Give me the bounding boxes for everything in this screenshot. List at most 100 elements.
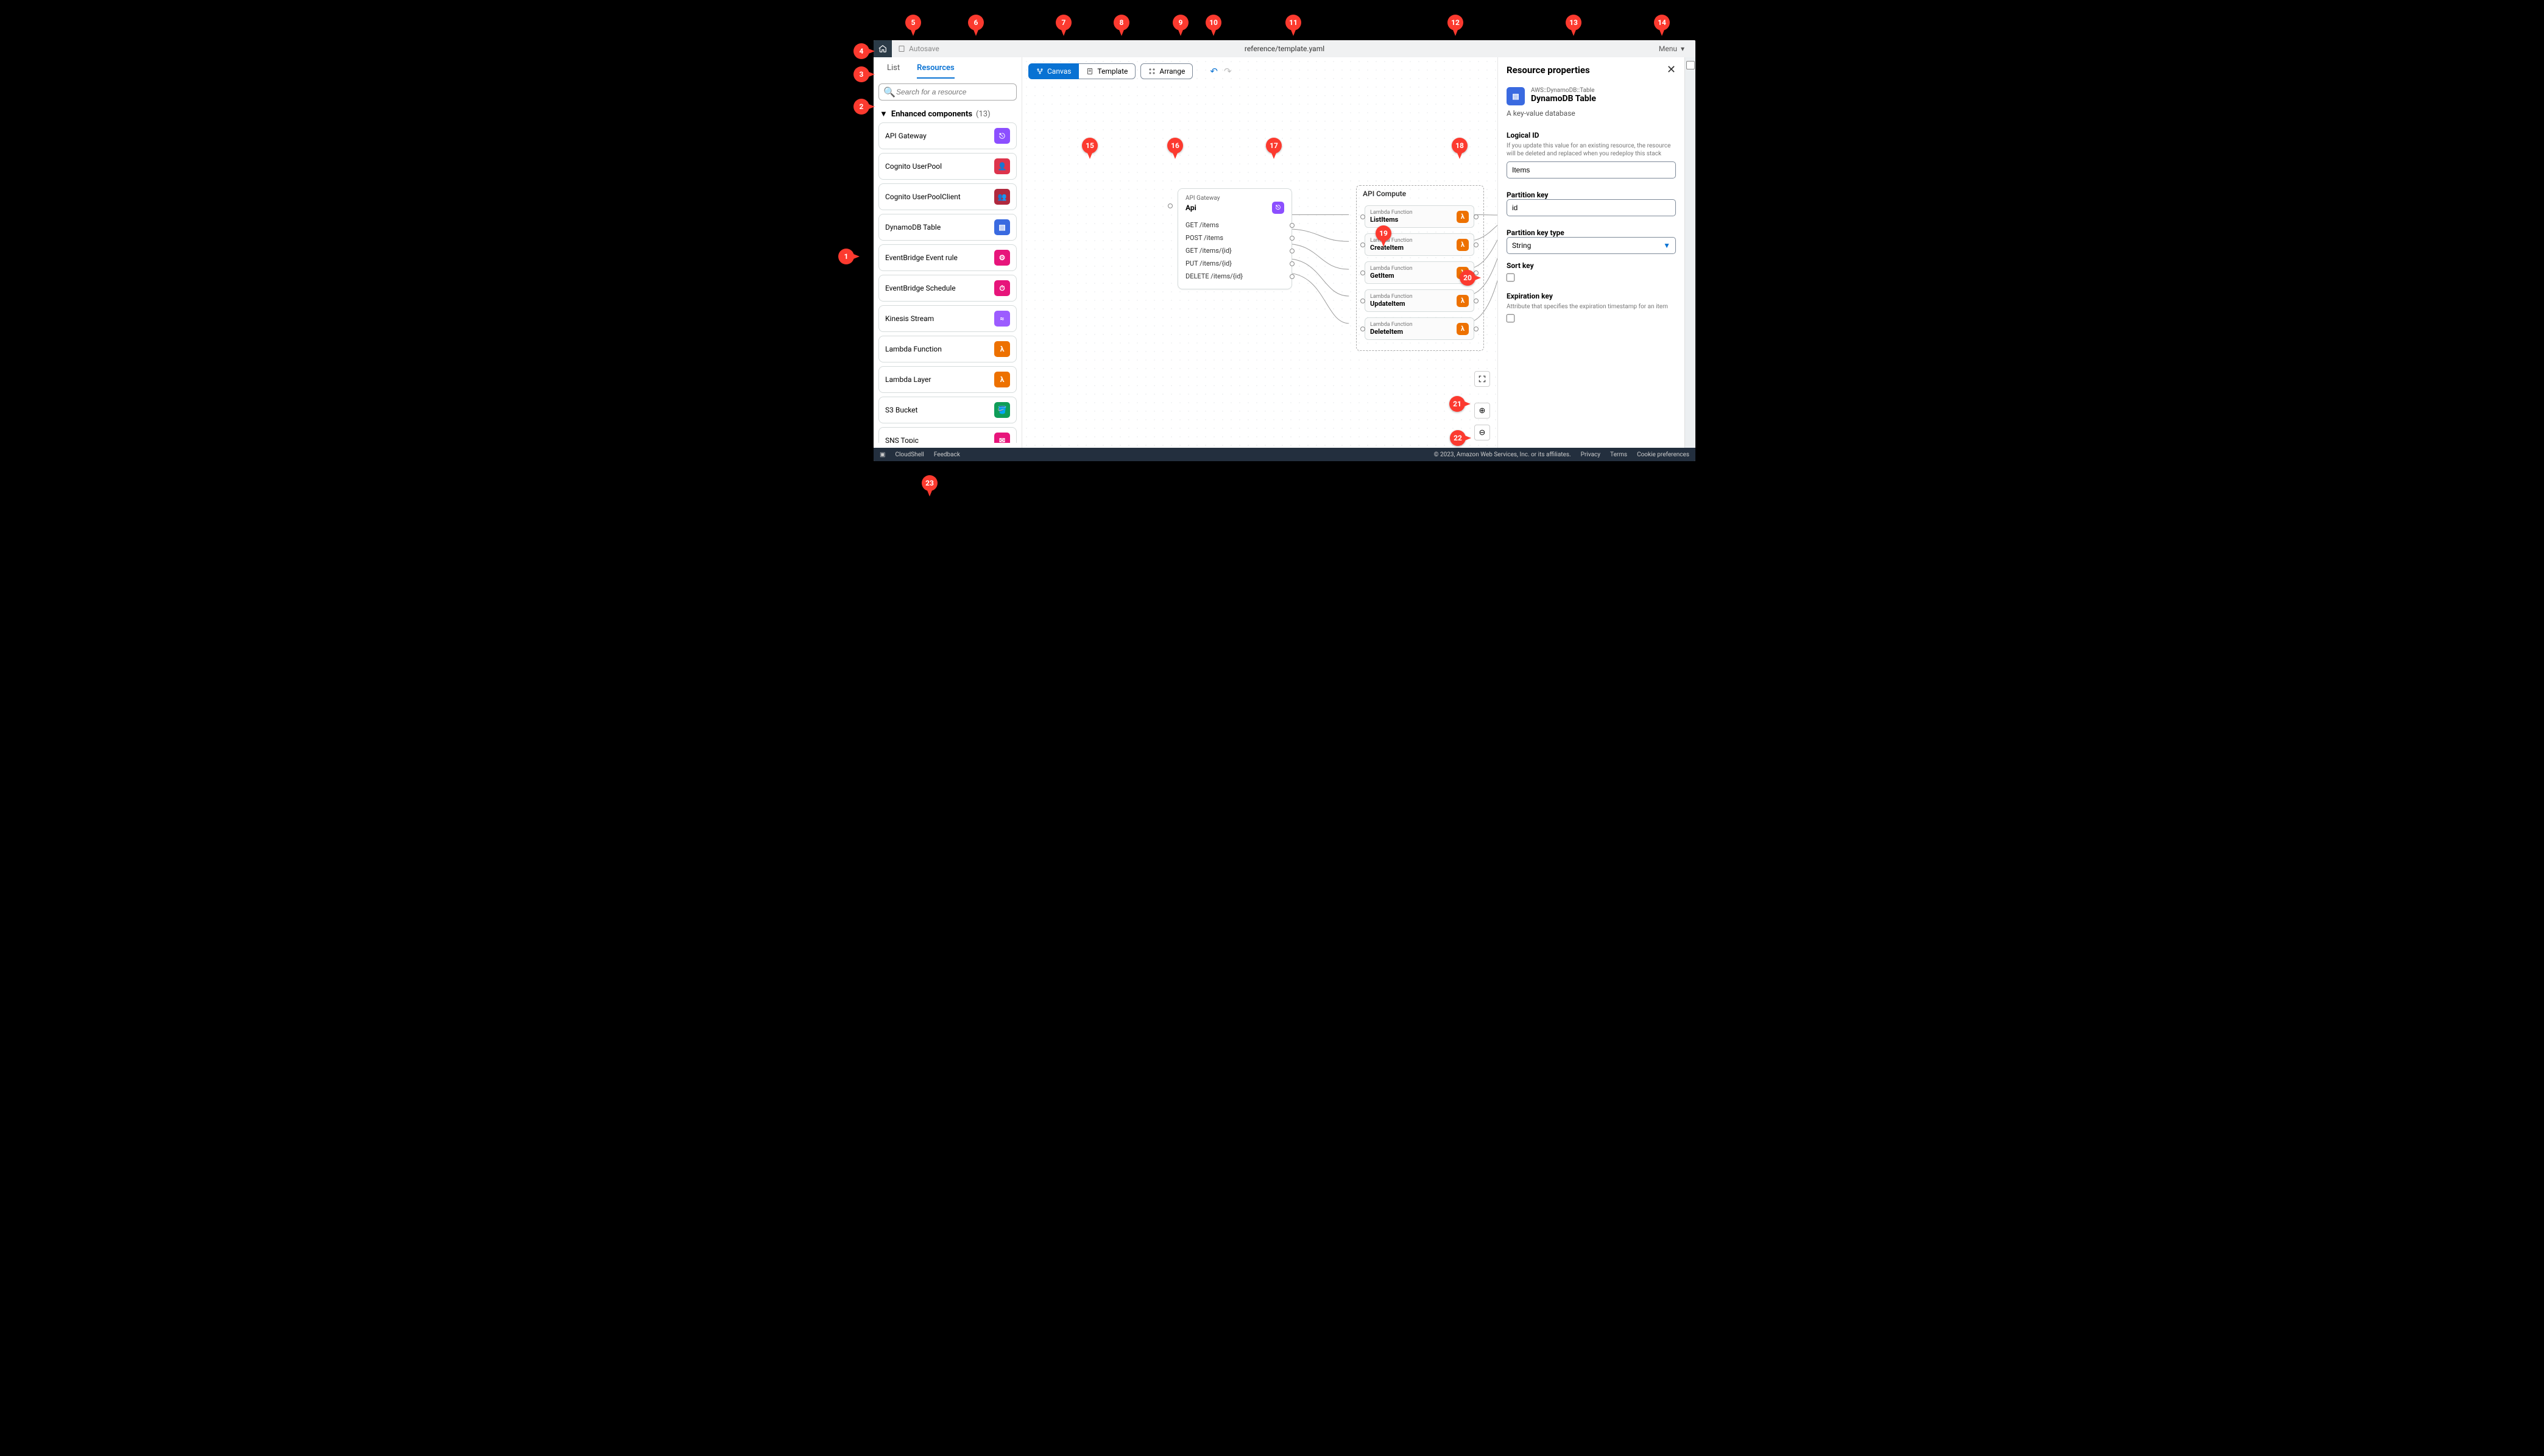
palette-item-dynamodb[interactable]: DynamoDB Table ▤ [878, 214, 1017, 241]
cloudshell-link[interactable]: CloudShell [895, 451, 924, 458]
zoom-controls: ⊕ ⊖ [1474, 371, 1490, 440]
annotation-callout-14: 14 [1654, 15, 1670, 30]
palette-item-label: Cognito UserPoolClient [885, 193, 961, 201]
annotation-callout-11: 11 [1285, 15, 1301, 30]
node-api-gateway[interactable]: API Gateway Api ⎋ GET /items POST /items… [1178, 188, 1292, 289]
tab-resources[interactable]: Resources [917, 63, 955, 79]
expiration-key-help: Attribute that specifies the expiration … [1507, 303, 1676, 311]
output-port[interactable] [1474, 242, 1479, 247]
palette-item-cognito-client[interactable]: Cognito UserPoolClient👥 [878, 183, 1017, 210]
palette-item-sns[interactable]: SNS Topic ✉ [878, 427, 1017, 443]
partition-key-input[interactable] [1507, 199, 1676, 216]
palette-item-cognito[interactable]: Cognito UserPool 👤 [878, 153, 1017, 180]
node-lambda-getitem[interactable]: Lambda FunctionGetItem λ [1365, 261, 1474, 284]
sort-key-checkbox[interactable] [1507, 274, 1515, 282]
palette-item-apigw[interactable]: API Gateway⎋ [878, 122, 1017, 149]
input-port[interactable] [1168, 203, 1173, 208]
output-port[interactable] [1290, 249, 1295, 253]
section-header[interactable]: ▼ Enhanced components (13) [878, 105, 1017, 122]
output-port[interactable] [1290, 274, 1295, 279]
node-kind: Lambda Function [1370, 294, 1413, 300]
palette-item-kinesis[interactable]: Kinesis Stream≈ [878, 305, 1017, 332]
palette-item-label: S3 Bucket [885, 406, 917, 414]
cognito-icon: 👤 [994, 158, 1010, 174]
logical-id-label: Logical ID [1507, 131, 1676, 140]
home-icon [878, 44, 887, 53]
output-port[interactable] [1290, 236, 1295, 241]
chevron-down-icon: ▼ [1663, 241, 1670, 250]
sns-icon: ✉ [994, 433, 1010, 443]
apigw-icon: ⎋ [994, 128, 1010, 144]
partition-key-type-select[interactable]: String ▼ [1507, 237, 1676, 254]
annotation-callout-8: 8 [1114, 15, 1129, 30]
file-path: reference/template.yaml [1245, 44, 1324, 53]
input-port[interactable] [1360, 214, 1365, 219]
palette-item-label: SNS Topic [885, 436, 919, 443]
input-port[interactable] [1360, 327, 1365, 331]
menu-button[interactable]: Menu ▾ [1659, 44, 1684, 53]
side-strip[interactable] [1684, 57, 1695, 448]
expiration-key-checkbox[interactable] [1507, 314, 1515, 323]
window-topbar: Autosave reference/template.yaml Menu ▾ [874, 40, 1695, 57]
file-icon [898, 45, 905, 52]
search-icon: 🔍 [883, 87, 896, 98]
node-name: DeleteItem [1370, 328, 1413, 336]
output-port[interactable] [1474, 299, 1479, 303]
output-port[interactable] [1474, 327, 1479, 331]
bottom-bar: ▣ CloudShell Feedback © 2023, Amazon Web… [874, 448, 1695, 461]
input-port[interactable] [1360, 299, 1365, 303]
home-button[interactable] [874, 40, 892, 57]
annotation-callout-9: 9 [1173, 15, 1189, 30]
canvas-pane[interactable]: Canvas Template Arrange ↶ ↷ [1022, 57, 1497, 448]
palette-list: API Gateway⎋Cognito UserPool👤Cognito Use… [878, 122, 1017, 443]
output-port[interactable] [1290, 223, 1295, 228]
output-port[interactable] [1474, 214, 1479, 219]
node-title: Api [1185, 203, 1196, 212]
annotation-callout-22: 22 [1450, 430, 1466, 446]
lambda-icon: λ [1457, 295, 1469, 307]
autosave-label: Autosave [909, 44, 939, 53]
fit-view-button[interactable] [1474, 371, 1490, 387]
palette-item-label: DynamoDB Table [885, 223, 941, 231]
dynamodb-icon: ▤ [994, 219, 1010, 235]
annotation-callout-15: 15 [1082, 138, 1098, 154]
input-port[interactable] [1360, 270, 1365, 275]
palette-item-lambda-layer[interactable]: Lambda Layerλ [878, 366, 1017, 393]
annotation-callout-13: 13 [1566, 15, 1581, 30]
palette-item-s3[interactable]: S3 Bucket🪣 [878, 397, 1017, 423]
annotation-callout-2: 2 [853, 99, 869, 115]
route-delete-item: DELETE /items/{id} [1185, 270, 1284, 283]
copyright: © 2023, Amazon Web Services, Inc. or its… [1434, 451, 1571, 458]
zoom-out-button[interactable]: ⊖ [1474, 425, 1490, 440]
resource-name: DynamoDB Table [1531, 94, 1596, 104]
node-lambda-listitems[interactable]: Lambda FunctionListItems λ [1365, 205, 1474, 228]
autosave-indicator: Autosave [892, 44, 945, 53]
zoom-in-button[interactable]: ⊕ [1474, 403, 1490, 419]
palette-item-eventbridge-sched[interactable]: EventBridge Schedule⏱ [878, 275, 1017, 302]
output-port[interactable] [1290, 261, 1295, 266]
palette-item-eventbridge[interactable]: EventBridge Event rule⚙ [878, 244, 1017, 271]
palette-item-lambda[interactable]: Lambda Functionλ [878, 336, 1017, 362]
palette-item-label: Cognito UserPool [885, 162, 942, 171]
lambda-icon: λ [994, 341, 1010, 357]
partition-key-label: Partition key [1507, 191, 1676, 199]
group-title: API Compute [1363, 189, 1406, 198]
node-lambda-deleteitem[interactable]: Lambda FunctionDeleteItem λ [1365, 317, 1474, 340]
node-lambda-updateitem[interactable]: Lambda FunctionUpdateItem λ [1365, 289, 1474, 312]
logical-id-input[interactable] [1507, 161, 1676, 178]
search-input[interactable] [878, 83, 1017, 101]
tab-list[interactable]: List [887, 63, 900, 79]
feedback-icon[interactable] [1686, 61, 1695, 69]
content-row: List Resources 🔍 ▼ Enhanced components (… [874, 57, 1695, 448]
annotation-callout-12: 12 [1447, 15, 1463, 30]
close-panel-button[interactable]: ✕ [1667, 63, 1676, 76]
chevron-down-icon: ▼ [880, 109, 888, 119]
input-port[interactable] [1360, 242, 1365, 247]
privacy-link[interactable]: Privacy [1581, 451, 1600, 458]
lambda-icon: λ [1457, 239, 1469, 251]
lambda-layer-icon: λ [994, 372, 1010, 387]
cookie-preferences-link[interactable]: Cookie preferences [1637, 451, 1689, 458]
annotation-callout-20: 20 [1460, 270, 1475, 286]
terms-link[interactable]: Terms [1610, 451, 1627, 458]
feedback-link[interactable]: Feedback [934, 451, 960, 458]
